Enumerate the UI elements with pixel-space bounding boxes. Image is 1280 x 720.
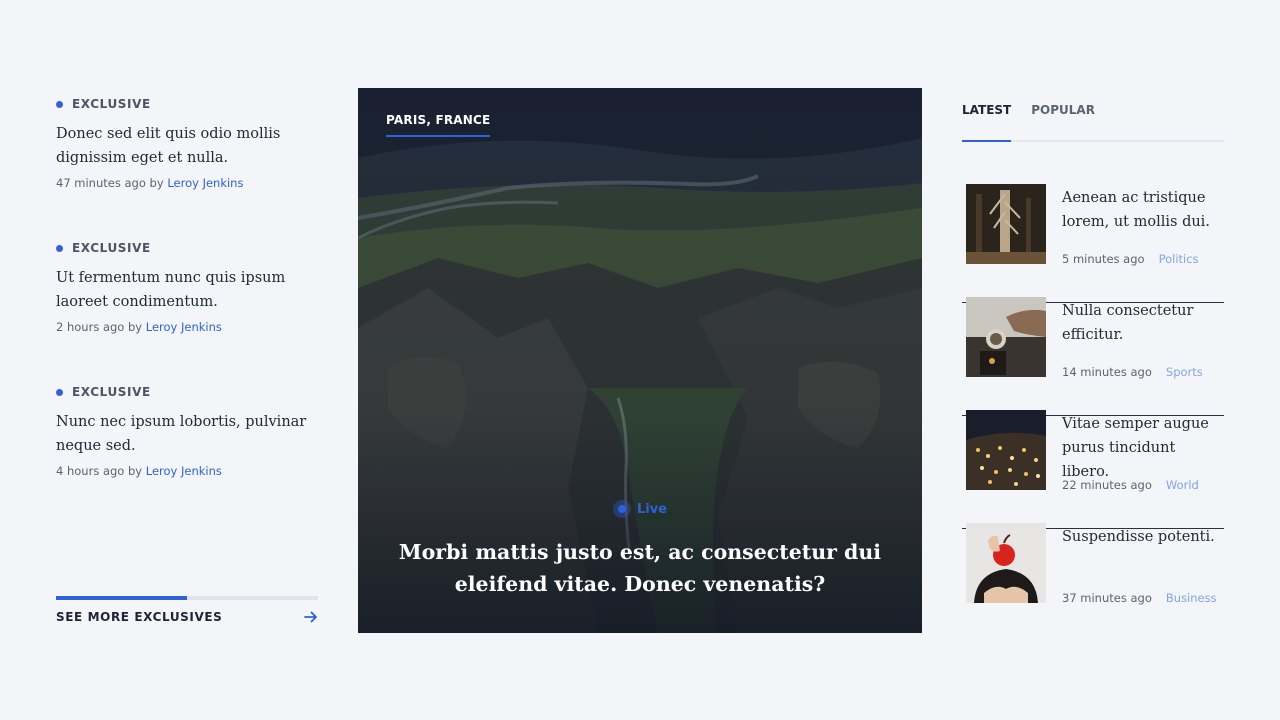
see-more-progress-fill <box>56 596 187 600</box>
exclusive-meta: 2 hours ago by Leroy Jenkins <box>56 320 318 334</box>
hero-location-tag[interactable]: PARIS, FRANCE <box>386 113 491 137</box>
exclusive-by: by <box>128 320 143 334</box>
news-title[interactable]: Aenean ac tristique lorem, ut mollis dui… <box>1062 186 1224 234</box>
exclusive-title[interactable]: Donec sed elit quis odio mollis dignissi… <box>56 122 318 170</box>
news-thumbnail[interactable] <box>966 297 1046 377</box>
see-more-label[interactable]: SEE MORE EXCLUSIVES <box>56 610 222 624</box>
exclusive-item[interactable]: EXCLUSIVE Nunc nec ipsum lobortis, pulvi… <box>56 384 318 528</box>
news-meta: 37 minutes ago Business <box>1062 591 1217 605</box>
news-title[interactable]: Suspendisse potenti. <box>1062 525 1224 549</box>
news-meta: 22 minutes ago World <box>1062 478 1199 492</box>
news-time: 22 minutes ago <box>1062 478 1152 492</box>
list-item[interactable]: Suspendisse potenti. 37 minutes ago Busin… <box>962 523 1224 642</box>
live-icon <box>612 500 631 518</box>
exclusive-meta: 47 minutes ago by Leroy Jenkins <box>56 176 318 190</box>
exclusive-author-link[interactable]: Leroy Jenkins <box>146 464 222 478</box>
hero-headline[interactable]: Morbi mattis justo est, ac consectetur d… <box>398 536 882 600</box>
hero-feature[interactable]: PARIS, FRANCE Live Morbi mattis justo es… <box>358 88 922 633</box>
exclusive-title[interactable]: Ut fermentum nunc quis ipsum laoreet con… <box>56 266 318 314</box>
exclusive-tag-label: EXCLUSIVE <box>72 97 151 111</box>
exclusives-list: EXCLUSIVE Donec sed elit quis odio molli… <box>56 96 318 528</box>
news-category-link[interactable]: Sports <box>1166 365 1203 379</box>
list-item[interactable]: Aenean ac tristique lorem, ut mollis dui… <box>962 184 1224 303</box>
exclusive-tag-label: EXCLUSIVE <box>72 241 151 255</box>
news-time: 37 minutes ago <box>1062 591 1152 605</box>
live-label: Live <box>636 501 668 517</box>
exclusive-by: by <box>149 176 164 190</box>
news-meta: 5 minutes ago Politics <box>1062 252 1199 266</box>
exclusive-item[interactable]: EXCLUSIVE Donec sed elit quis odio molli… <box>56 96 318 240</box>
news-title[interactable]: Nulla consectetur efficitur. <box>1062 299 1224 347</box>
news-thumbnail[interactable] <box>966 184 1046 264</box>
exclusive-time: 47 minutes ago <box>56 176 146 190</box>
see-more-exclusives[interactable]: SEE MORE EXCLUSIVES <box>56 596 318 624</box>
exclusive-title[interactable]: Nunc nec ipsum lobortis, pulvinar neque … <box>56 410 318 458</box>
exclusive-tag: EXCLUSIVE <box>56 240 318 256</box>
news-time: 14 minutes ago <box>1062 365 1152 379</box>
news-tabs: LATEST POPULAR <box>962 96 1224 142</box>
news-meta: 14 minutes ago Sports <box>1062 365 1203 379</box>
exclusive-tag: EXCLUSIVE <box>56 96 318 112</box>
news-category-link[interactable]: Business <box>1166 591 1217 605</box>
news-thumbnail[interactable] <box>966 523 1046 603</box>
exclusive-item[interactable]: EXCLUSIVE Ut fermentum nunc quis ipsum l… <box>56 240 318 384</box>
news-time: 5 minutes ago <box>1062 252 1145 266</box>
exclusive-author-link[interactable]: Leroy Jenkins <box>146 320 222 334</box>
exclusive-tag: EXCLUSIVE <box>56 384 318 400</box>
exclusive-tag-label: EXCLUSIVE <box>72 385 151 399</box>
news-sidebar: LATEST POPULAR Aenean ac tristique lorem… <box>962 96 1224 642</box>
dot-icon <box>56 244 63 252</box>
news-category-link[interactable]: Politics <box>1159 252 1199 266</box>
list-item[interactable]: Nulla consectetur efficitur. 14 minutes … <box>962 297 1224 416</box>
tab-latest[interactable]: LATEST <box>962 96 1012 142</box>
tab-popular[interactable]: POPULAR <box>1031 96 1095 140</box>
exclusive-by: by <box>128 464 143 478</box>
live-indicator: Live <box>358 500 922 518</box>
exclusive-author-link[interactable]: Leroy Jenkins <box>167 176 243 190</box>
news-thumbnail[interactable] <box>966 410 1046 490</box>
news-title[interactable]: Vitae semper augue purus tincidunt liber… <box>1062 412 1224 484</box>
see-more-row[interactable]: SEE MORE EXCLUSIVES <box>56 610 318 624</box>
exclusive-time: 4 hours ago <box>56 464 125 478</box>
news-category-link[interactable]: World <box>1166 478 1199 492</box>
see-more-progress-bar <box>56 596 318 600</box>
list-item[interactable]: Vitae semper augue purus tincidunt liber… <box>962 410 1224 529</box>
exclusive-time: 2 hours ago <box>56 320 125 334</box>
dot-icon <box>56 100 63 108</box>
exclusive-meta: 4 hours ago by Leroy Jenkins <box>56 464 318 478</box>
news-list: Aenean ac tristique lorem, ut mollis dui… <box>962 184 1224 642</box>
dot-icon <box>56 388 63 396</box>
arrow-right-icon[interactable] <box>304 610 318 624</box>
